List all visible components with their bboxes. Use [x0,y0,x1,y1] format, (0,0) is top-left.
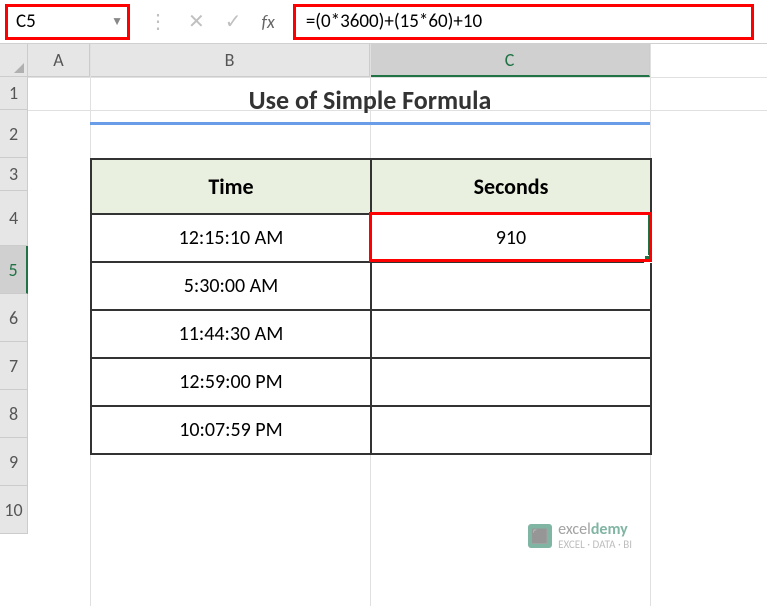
cell-time[interactable]: 10:07:59 PM [91,406,371,454]
formula-bar-icons: ⋮ ✕ ✓ fx [130,9,293,34]
cell-seconds[interactable] [371,310,651,358]
column-headers-row: A B C [28,44,767,77]
cancel-icon[interactable]: ✕ [188,9,205,34]
col-header-B[interactable]: B [90,44,370,77]
cell-time[interactable]: 12:59:00 PM [91,358,371,406]
select-all-corner[interactable] [0,44,28,77]
header-seconds[interactable]: Seconds [371,159,651,214]
col-header-C[interactable]: C [370,44,650,77]
row-header-1[interactable]: 1 [0,77,28,110]
table-row: 12:59:00 PM [91,358,651,406]
cell-seconds[interactable] [371,358,651,406]
sheet-content: Use of Simple Formula Time Seconds 12:15… [90,77,652,455]
spreadsheet-grid: 1 2 3 4 5 6 7 8 9 10 A B C Use of Simple… [0,44,767,606]
fx-icon[interactable]: fx [262,11,275,33]
cell-seconds[interactable]: 910 [371,214,651,262]
name-box[interactable]: C5 ▼ [5,4,130,40]
row-header-7[interactable]: 7 [0,342,28,390]
formula-value: =(0*3600)+(15*60)+10 [306,10,482,33]
table-row: 12:15:10 AM 910 [91,214,651,262]
cell-time[interactable]: 5:30:00 AM [91,262,371,310]
table-row: 5:30:00 AM [91,262,651,310]
watermark-text: exceldemy EXCEL · DATA · BI [558,521,632,551]
watermark-logo-icon: ⬛ [528,524,552,548]
table-row: 11:44:30 AM [91,310,651,358]
watermark: ⬛ exceldemy EXCEL · DATA · BI [528,521,632,551]
col-header-A[interactable]: A [28,44,90,77]
row-header-5[interactable]: 5 [0,246,28,294]
formula-input[interactable]: =(0*3600)+(15*60)+10 [293,4,754,40]
cell-seconds[interactable] [371,406,651,454]
cell-time[interactable]: 12:15:10 AM [91,214,371,262]
row-header-6[interactable]: 6 [0,294,28,342]
data-table: Time Seconds 12:15:10 AM 910 5:30:00 AM … [90,158,652,455]
row-headers-column: 1 2 3 4 5 6 7 8 9 10 [0,44,28,606]
dots-icon: ⋮ [148,9,168,34]
cell-seconds[interactable] [371,262,651,310]
row-header-10[interactable]: 10 [0,486,28,534]
header-time[interactable]: Time [91,159,371,214]
row-header-9[interactable]: 9 [0,438,28,486]
row-header-8[interactable]: 8 [0,390,28,438]
row-header-4[interactable]: 4 [0,191,28,246]
row-header-2[interactable]: 2 [0,110,28,158]
enter-icon[interactable]: ✓ [225,9,242,34]
table-header-row: Time Seconds [91,159,651,214]
page-title[interactable]: Use of Simple Formula [90,77,650,125]
cells-area[interactable]: A B C Use of Simple Formula Time Seconds [28,44,767,606]
formula-bar: C5 ▼ ⋮ ✕ ✓ fx =(0*3600)+(15*60)+10 [0,0,767,44]
row-header-3[interactable]: 3 [0,158,28,191]
name-box-dropdown-icon[interactable]: ▼ [111,14,123,29]
table-row: 10:07:59 PM [91,406,651,454]
cell-reference: C5 [16,10,36,33]
cell-time[interactable]: 11:44:30 AM [91,310,371,358]
